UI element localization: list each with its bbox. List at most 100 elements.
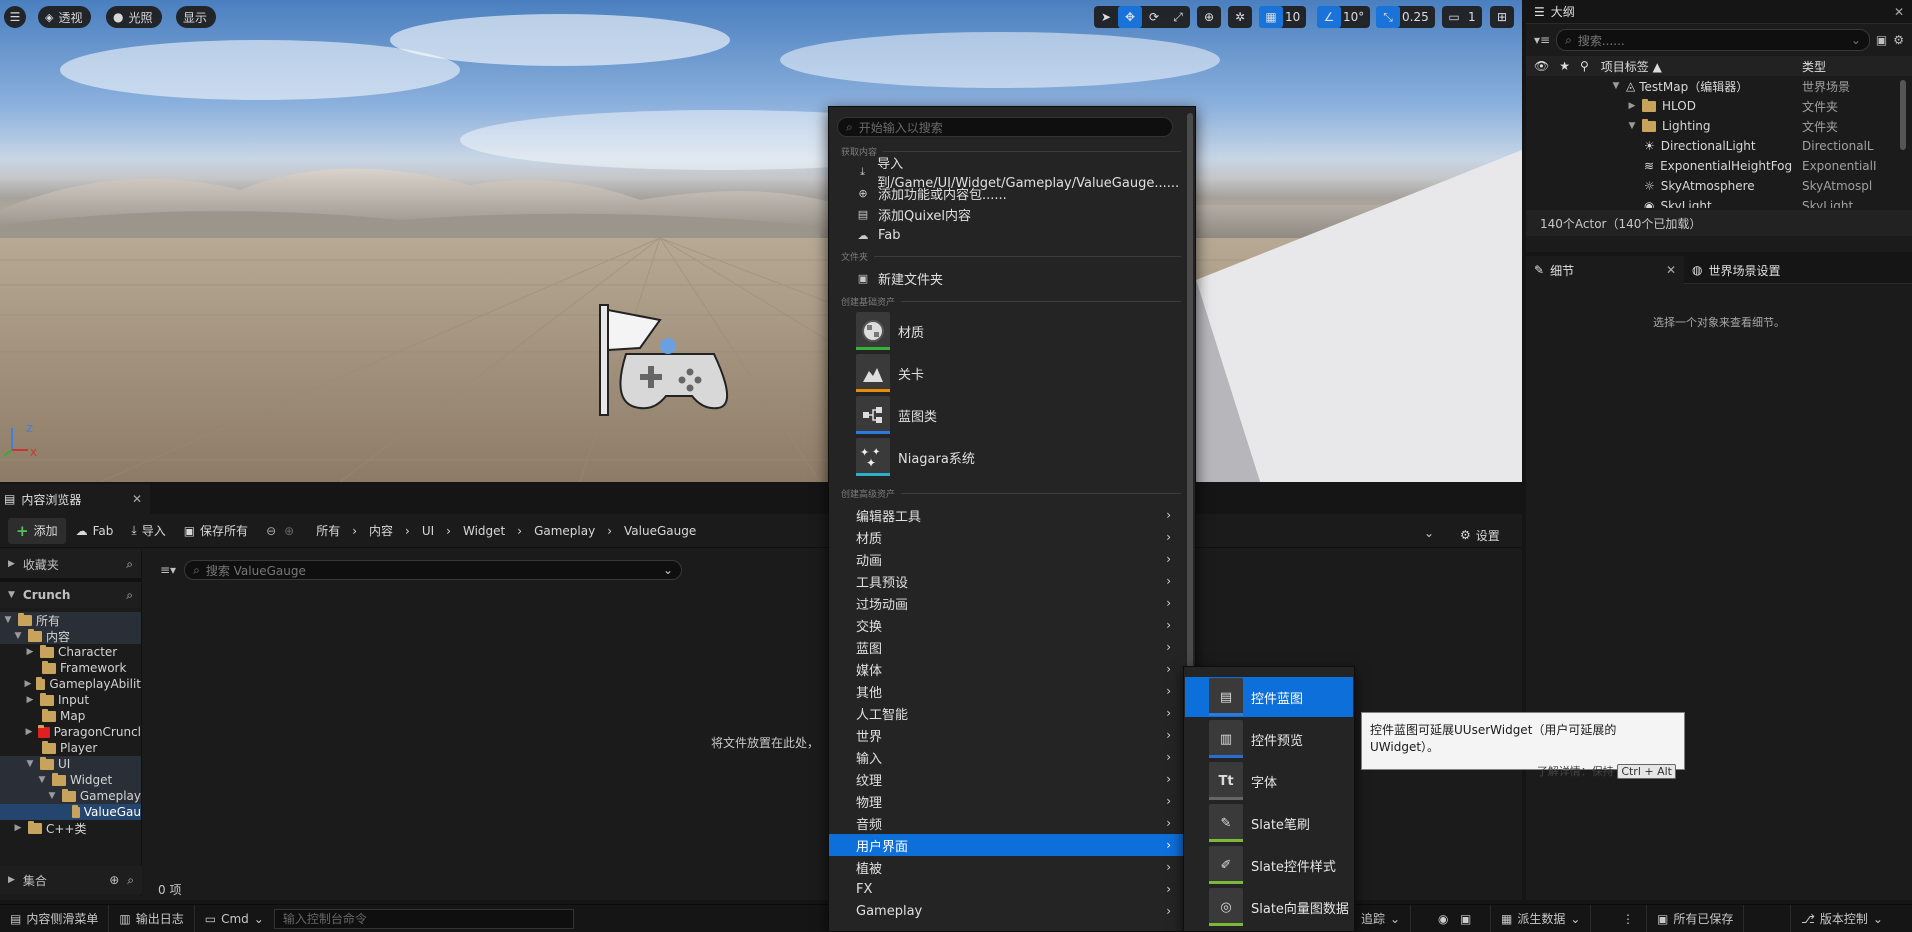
- layout-button[interactable]: ⊞: [1490, 6, 1514, 28]
- menu-category-interchange[interactable]: 交换 ›: [829, 614, 1185, 636]
- world-local-toggle[interactable]: ⊕: [1197, 6, 1221, 28]
- search-icon[interactable]: ⌕: [126, 588, 133, 603]
- output-log-button[interactable]: ▥ 输出日志: [109, 904, 195, 932]
- record-icon[interactable]: ◉: [1438, 912, 1448, 926]
- derived-data-button[interactable]: ▦ 派生数据 ⌄: [1490, 904, 1592, 932]
- cb-settings-button[interactable]: ⚙ 设置: [1452, 522, 1508, 548]
- submenu-slate-brush[interactable]: ✎ Slate笔刷: [1185, 803, 1353, 843]
- breadcrumb-item[interactable]: Widget: [463, 524, 505, 538]
- menu-category-fx[interactable]: FX ›: [829, 878, 1185, 900]
- submenu-slate-widget-style[interactable]: ✐ Slate控件样式: [1185, 845, 1353, 885]
- outliner-search-input[interactable]: ⌕ 搜索...... ⌄: [1556, 29, 1870, 51]
- forward-icon[interactable]: ⊕: [284, 524, 294, 538]
- project-header[interactable]: ▼ Crunch ⌕: [0, 582, 141, 608]
- menu-search-input[interactable]: ⌕ 开始输入以搜索: [837, 117, 1173, 137]
- filter-icon[interactable]: ▾≡: [1534, 33, 1550, 47]
- move-tool-icon[interactable]: ✥: [1118, 6, 1142, 28]
- menu-category-cinematics[interactable]: 过场动画 ›: [829, 592, 1185, 614]
- cb-search-input[interactable]: ⌕ 搜索 ValueGauge ⌄: [184, 560, 683, 580]
- rotation-snap-control[interactable]: ∠ 10°: [1317, 6, 1371, 28]
- menu-category-misc[interactable]: 其他 ›: [829, 680, 1185, 702]
- tree-item-gameplayability[interactable]: ▶ GameplayAbilit: [0, 676, 141, 692]
- collapse-icon[interactable]: ▼: [1626, 121, 1638, 131]
- close-icon[interactable]: ✕: [132, 492, 142, 506]
- add-button[interactable]: + 添加: [8, 517, 66, 544]
- tree-item-cpp[interactable]: ▶ C++类: [0, 820, 141, 836]
- outliner-row-hlod[interactable]: ▶ HLOD 文件夹: [1526, 96, 1912, 116]
- lighting-mode-button[interactable]: ● 光照: [106, 6, 162, 28]
- scale-tool-icon[interactable]: ⤢: [1166, 6, 1190, 28]
- menu-category-physics[interactable]: 物理 ›: [829, 790, 1185, 812]
- content-drawer-button[interactable]: ▤ 内容侧滑菜单: [0, 904, 110, 932]
- pin-icon[interactable]: ⚲: [1580, 59, 1589, 73]
- fab-button[interactable]: ☁ Fab: [68, 518, 122, 544]
- favorites-header[interactable]: ▶ 收藏夹 ⌕: [0, 550, 141, 578]
- gear-icon[interactable]: ⚙: [1893, 33, 1904, 47]
- menu-category-world[interactable]: 世界 ›: [829, 724, 1185, 746]
- tree-item-framework[interactable]: Framework: [0, 660, 141, 676]
- tree-item-paragon[interactable]: ▶ ParagonCruncl: [0, 724, 141, 740]
- tree-item-map[interactable]: Map: [0, 708, 141, 724]
- select-tool-icon[interactable]: ➤: [1094, 6, 1118, 28]
- menu-category-material[interactable]: 材质 ›: [829, 526, 1185, 548]
- search-icon[interactable]: ⌕: [127, 873, 134, 888]
- cmd-selector[interactable]: ▭ Cmd ⌄: [195, 905, 274, 932]
- menu-category-media[interactable]: 媒体 ›: [829, 658, 1185, 680]
- screenshot-icon[interactable]: ▣: [1460, 912, 1471, 926]
- add-folder-icon[interactable]: ▣: [1876, 33, 1887, 47]
- eye-icon[interactable]: 👁: [1534, 59, 1549, 73]
- grid-snap-control[interactable]: ▦ 10: [1259, 6, 1307, 28]
- filter-icon[interactable]: ≡▾: [160, 563, 176, 577]
- outliner-row-fog[interactable]: ≋ ExponentialHeightFog ExponentialI: [1526, 156, 1912, 176]
- tree-item-player[interactable]: Player: [0, 740, 141, 756]
- close-icon[interactable]: ✕: [1666, 263, 1676, 277]
- expand-icon[interactable]: ▶: [1626, 101, 1638, 111]
- menu-import-to[interactable]: ⤓ 导入到/Game/UI/Widget/Gameplay/ValueGauge…: [829, 157, 1185, 191]
- surface-snap-toggle[interactable]: ✲: [1228, 6, 1252, 28]
- menu-asset-niagara[interactable]: ✦ ✦ ✦ Niagara系统: [856, 438, 975, 476]
- tab-content-browser[interactable]: ▤ 内容浏览器 ✕: [0, 484, 150, 514]
- breadcrumb-item[interactable]: UI: [422, 524, 434, 538]
- import-button[interactable]: ⤓ 导入: [123, 518, 173, 544]
- tree-item-gameplay[interactable]: ▼ Gameplay: [0, 788, 141, 804]
- collections-header[interactable]: ▶ 集合 ⊕ ⌕: [0, 866, 142, 894]
- menu-category-foliage[interactable]: 植被 ›: [829, 856, 1185, 878]
- chevron-down-icon[interactable]: ⌄: [1851, 33, 1861, 47]
- outliner-row-skylight[interactable]: ◉ SkyLight SkyLight: [1526, 196, 1912, 208]
- console-input[interactable]: 输入控制台命令: [273, 908, 574, 929]
- submenu-font[interactable]: Tt 字体: [1185, 761, 1353, 801]
- rotate-tool-icon[interactable]: ⟳: [1142, 6, 1166, 28]
- menu-category-blueprint[interactable]: 蓝图 ›: [829, 636, 1185, 658]
- view-mode-button[interactable]: ◈ 透视: [38, 6, 92, 28]
- chevron-down-icon[interactable]: ⌄: [1424, 526, 1434, 540]
- menu-category-user-interface[interactable]: 用户界面 ›: [829, 834, 1185, 856]
- menu-asset-level[interactable]: 关卡: [856, 354, 924, 392]
- menu-category-ai[interactable]: 人工智能 ›: [829, 702, 1185, 724]
- more-icon[interactable]: ⋮: [1622, 912, 1634, 926]
- menu-category-animation[interactable]: 动画 ›: [829, 548, 1185, 570]
- menu-category-input[interactable]: 输入 ›: [829, 746, 1185, 768]
- tree-item-input[interactable]: ▶ Input: [0, 692, 141, 708]
- menu-add-feature-pack[interactable]: ⊕ 添加功能或内容包......: [829, 182, 1185, 204]
- menu-scrollbar[interactable]: [1187, 113, 1193, 673]
- menu-category-tool-presets[interactable]: 工具预设 ›: [829, 570, 1185, 592]
- trace-button[interactable]: 追踪 ⌄: [1350, 904, 1412, 932]
- collapse-icon[interactable]: ▼: [1610, 81, 1622, 91]
- col-label-header[interactable]: 项目标签 ▲: [1601, 58, 1662, 75]
- outliner-tab[interactable]: ☰ 大纲 ✕: [1526, 0, 1912, 24]
- breadcrumb-item[interactable]: 所有: [316, 522, 340, 539]
- viewport-options-button[interactable]: ☰: [4, 6, 26, 28]
- tree-item-ui[interactable]: ▼ UI: [0, 756, 141, 772]
- submenu-slate-vector-data[interactable]: ◎ Slate向量图数据: [1185, 887, 1353, 927]
- submenu-widget-blueprint[interactable]: ▤ 控件蓝图: [1185, 677, 1353, 717]
- outliner-row-testmap[interactable]: ▼ ◬ TestMap（编辑器） 世界场景: [1526, 76, 1912, 96]
- back-icon[interactable]: ⊖: [266, 524, 276, 538]
- tree-item-character[interactable]: ▶ Character: [0, 644, 141, 660]
- menu-category-texture[interactable]: 纹理 ›: [829, 768, 1185, 790]
- col-type-header[interactable]: 类型: [1802, 58, 1826, 75]
- tree-item-valuegauge[interactable]: ValueGau: [0, 804, 141, 820]
- outliner-row-lighting[interactable]: ▼ Lighting 文件夹: [1526, 116, 1912, 136]
- camera-speed-control[interactable]: ▭ 1: [1442, 6, 1482, 28]
- level-viewport[interactable]: Z X ☰ ◈ 透视 ● 光照 显示 ➤ ✥ ⟳ ⤢ ⊕ ✲ ▦ 10 ∠ 10…: [0, 0, 1522, 482]
- menu-category-editor-tools[interactable]: 编辑器工具 ›: [829, 504, 1185, 526]
